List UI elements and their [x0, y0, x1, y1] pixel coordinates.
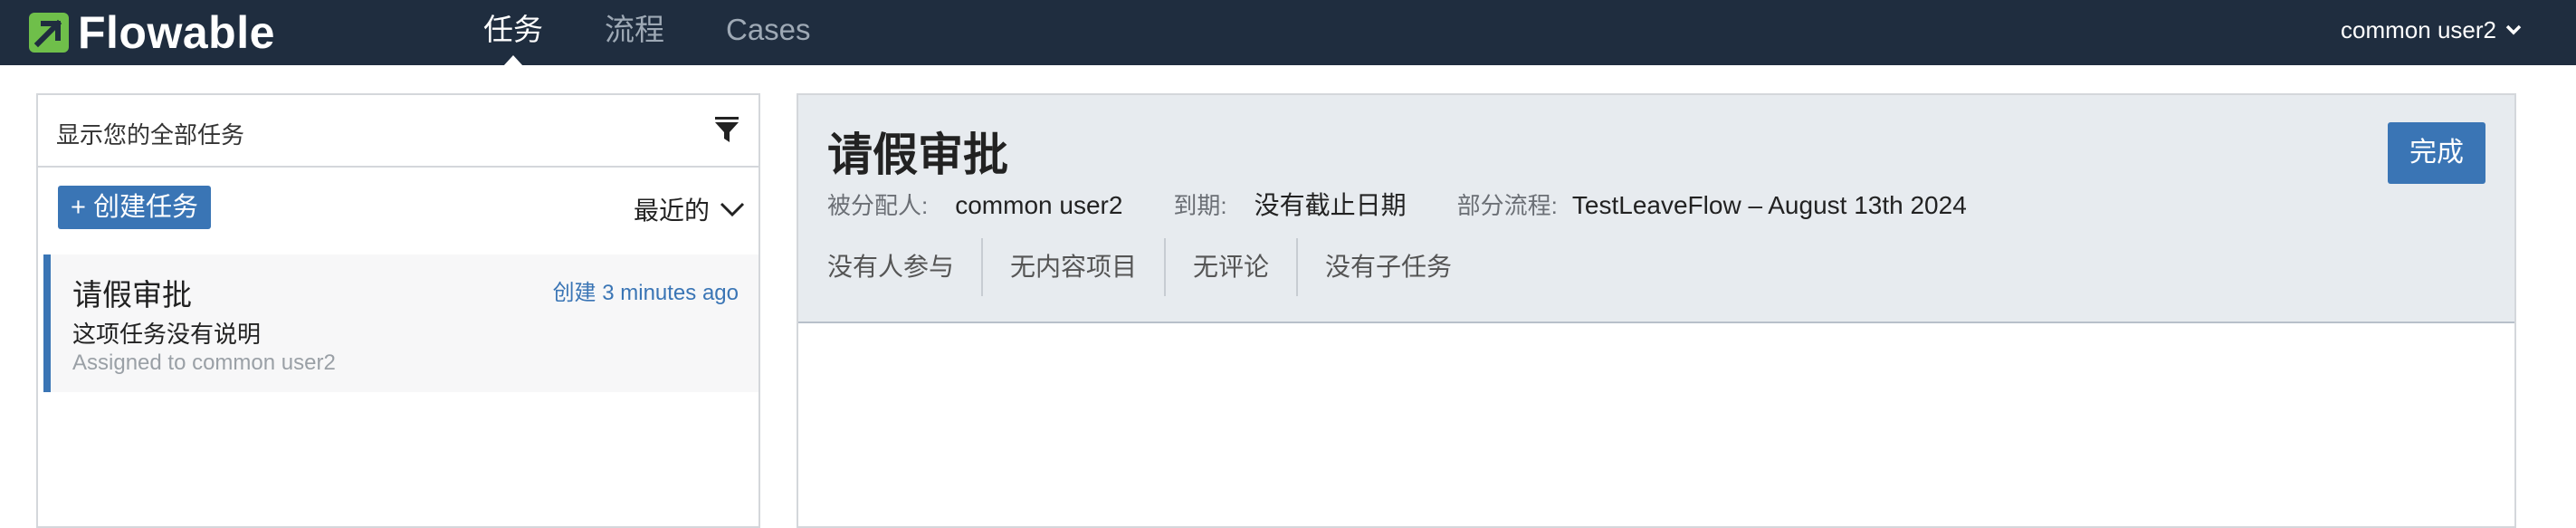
task-item-assignee: Assigned to common user2	[72, 350, 336, 375]
task-detail-panel: 请假审批 完成 被分配人: common user2 到期: 没有截止日期 部分…	[797, 93, 2516, 528]
top-navigation-bar: Flowable 任务 流程 Cases common user2	[0, 0, 2576, 66]
due-value[interactable]: 没有截止日期	[1255, 186, 1407, 222]
tab-involved-people[interactable]: 没有人参与	[798, 238, 984, 296]
task-detail-tabs: 没有人参与 无内容项目 无评论 没有子任务	[798, 238, 1479, 296]
task-item-title: 请假审批	[72, 278, 192, 312]
flowable-logo[interactable]: Flowable	[27, 5, 275, 60]
task-meta-row: 被分配人: common user2 到期: 没有截止日期 部分流程: Test…	[827, 186, 1967, 222]
due-label: 到期:	[1173, 192, 1227, 219]
task-item-description: 这项任务没有说明	[72, 321, 262, 348]
task-actions-row: + 创建任务 最近的	[38, 168, 758, 251]
task-detail-header: 请假审批 完成 被分配人: common user2 到期: 没有截止日期 部分…	[798, 95, 2514, 323]
chevron-down-icon	[720, 202, 745, 217]
flowable-logo-icon	[29, 13, 69, 53]
complete-task-button[interactable]: 完成	[2388, 122, 2485, 184]
task-list-panel: 显示您的全部任务 + 创建任务 最近的 请假审批 创建 3 minutes ag…	[36, 93, 760, 528]
filter-text: 显示您的全部任务	[56, 121, 245, 149]
sort-dropdown[interactable]: 最近的	[634, 191, 746, 227]
user-name: common user2	[2341, 15, 2496, 43]
assignee-label: 被分配人:	[827, 192, 929, 219]
task-detail-title: 请假审批	[827, 130, 1008, 180]
nav-processes[interactable]: 流程	[574, 0, 695, 65]
user-menu[interactable]: common user2	[2341, 0, 2522, 60]
logo-text: Flowable	[78, 7, 275, 58]
tab-subtasks[interactable]: 没有子任务	[1298, 238, 1479, 296]
create-task-button[interactable]: + 创建任务	[58, 186, 211, 229]
main-nav: 任务 流程 Cases	[453, 0, 842, 66]
nav-cases[interactable]: Cases	[695, 0, 842, 65]
process-value[interactable]: TestLeaveFlow – August 13th 2024	[1572, 191, 1967, 220]
tab-content-items[interactable]: 无内容项目	[983, 238, 1167, 296]
chevron-down-icon	[2505, 24, 2522, 35]
process-label: 部分流程:	[1456, 192, 1558, 219]
task-item-created: 创建 3 minutes ago	[552, 281, 739, 305]
sort-label: 最近的	[633, 197, 710, 225]
tab-comments[interactable]: 无评论	[1166, 238, 1299, 296]
assignee-value[interactable]: common user2	[955, 191, 1122, 220]
task-filter-bar[interactable]: 显示您的全部任务	[38, 95, 758, 168]
task-list-item[interactable]: 请假审批 创建 3 minutes ago 这项任务没有说明 Assigned …	[43, 254, 758, 392]
filter-icon[interactable]	[713, 115, 740, 144]
nav-tasks[interactable]: 任务	[453, 0, 574, 66]
